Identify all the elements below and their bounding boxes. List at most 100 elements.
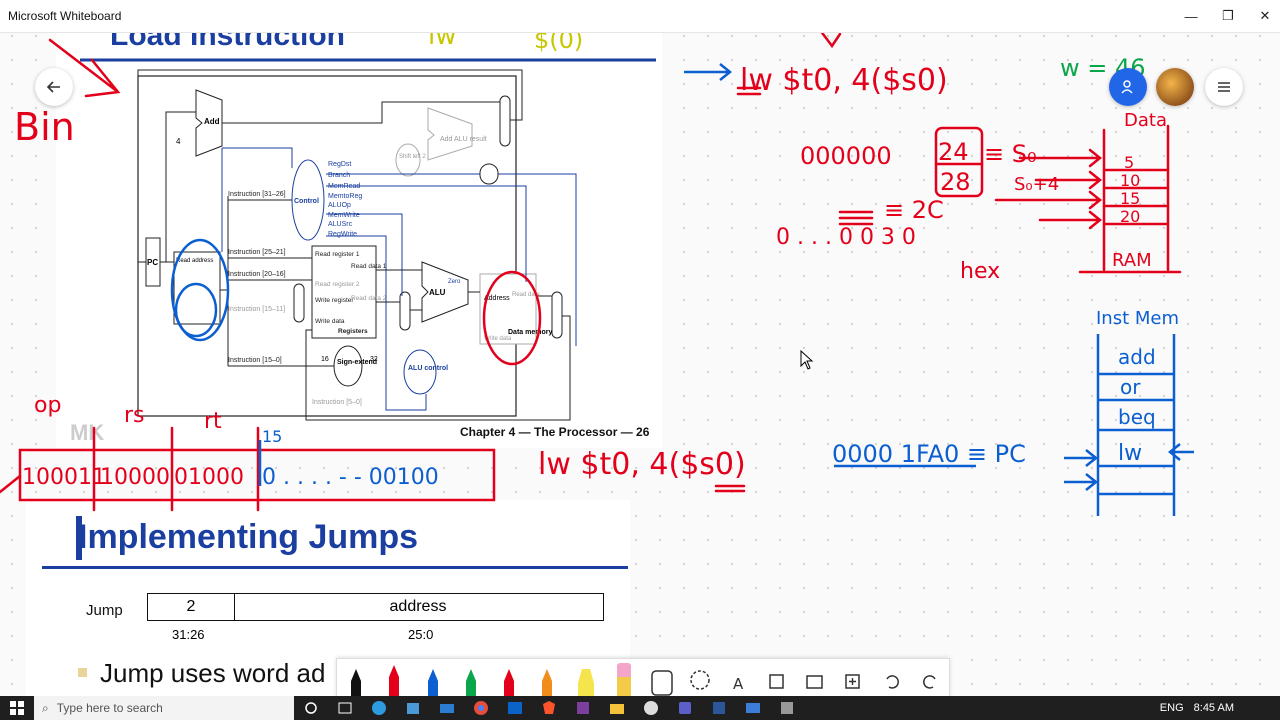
svg-text:Add ALU result: Add ALU result (440, 136, 487, 143)
back-button[interactable] (35, 68, 73, 106)
github-icon[interactable] (638, 698, 664, 718)
svg-text:Instruction [20–16]: Instruction [20–16] (228, 271, 286, 278)
pen-red2-tool[interactable] (490, 659, 528, 697)
svg-text:ALUOp: ALUOp (328, 202, 351, 209)
text-tool[interactable]: A (720, 659, 758, 697)
title-bar: Microsoft Whiteboard — ❐ ✕ (0, 0, 1280, 33)
read-address-label: Read address (176, 258, 213, 264)
svg-text:Instruction [31–26]: Instruction [31–26] (228, 191, 286, 198)
svg-text:5: 5 (1124, 153, 1134, 172)
sticky-note-tool[interactable] (758, 659, 796, 697)
menu-button[interactable] (1205, 68, 1243, 106)
word-icon[interactable] (706, 698, 732, 718)
svg-text:Read data 2: Read data 2 (351, 295, 387, 302)
svg-text:Shift left 2: Shift left 2 (399, 154, 426, 160)
search-icon: ⌕ (42, 700, 49, 715)
slide-load-instruction[interactable]: Load Instruction Add 4 PC Read address C… (56, 0, 662, 448)
svg-text:ALU: ALU (429, 288, 446, 297)
outlook-icon[interactable] (502, 698, 528, 718)
svg-text:Branch: Branch (328, 172, 350, 179)
add-label: Add (204, 117, 220, 126)
image-tool[interactable] (796, 659, 834, 697)
ink-lw-bottom: lw $t0, 4($s0) (538, 447, 746, 482)
opcode-field: 2 (147, 593, 235, 621)
svg-text:MemWrite: MemWrite (328, 212, 360, 219)
undo-tool[interactable] (873, 659, 911, 697)
address-field: address (233, 593, 604, 621)
svg-text:0000 1FA0 ≡ PC: 0000 1FA0 ≡ PC (832, 440, 1026, 468)
explorer-icon[interactable] (604, 698, 630, 718)
svg-text:add: add (1118, 345, 1156, 369)
ruler-tool[interactable] (643, 659, 681, 697)
svg-text:Zero: Zero (448, 279, 461, 285)
close-button[interactable]: ✕ (1242, 0, 1280, 32)
task-view-icon[interactable] (332, 698, 358, 718)
svg-text:ALUSrc: ALUSrc (328, 221, 353, 228)
teams-icon[interactable] (672, 698, 698, 718)
pen-green-tool[interactable] (452, 659, 490, 697)
pen-red-tool[interactable] (375, 659, 413, 697)
svg-text:Data memory: Data memory (508, 329, 552, 336)
pen-blue-tool[interactable] (414, 659, 452, 697)
snip-icon[interactable] (774, 698, 800, 718)
pen-black-tool[interactable] (337, 659, 375, 697)
pen-orange-tool[interactable] (528, 659, 566, 697)
bits-25-0: 25:0 (408, 627, 434, 642)
avatar[interactable] (1156, 68, 1194, 106)
brave-icon[interactable] (536, 698, 562, 718)
arrow-left-icon (46, 81, 60, 93)
highlighter-yellow-tool[interactable] (567, 659, 605, 697)
svg-text:hex: hex (960, 259, 1000, 284)
redo-tool[interactable] (911, 659, 949, 697)
svg-text:16: 16 (321, 356, 329, 363)
person-add-icon (1121, 80, 1133, 94)
svg-text:ALU control: ALU control (408, 365, 448, 372)
ink-lw-top: lw $t0, 4($s0) (740, 63, 948, 98)
lasso-tool[interactable] (681, 659, 719, 697)
ink-toolbar[interactable]: A (336, 658, 950, 698)
svg-text:Read register 2: Read register 2 (315, 281, 360, 288)
onenote-icon[interactable] (570, 698, 596, 718)
svg-text:Read data 1: Read data 1 (351, 263, 387, 270)
jump-label: Jump (86, 602, 123, 619)
store-icon[interactable] (400, 698, 426, 718)
svg-text:MK: MK (70, 420, 104, 445)
edge-icon[interactable] (366, 698, 392, 718)
svg-text:Instruction [25–21]: Instruction [25–21] (228, 249, 286, 256)
svg-text:Instruction [15–0]: Instruction [15–0] (228, 357, 282, 364)
bits-31-26: 31:26 (172, 627, 205, 642)
svg-text:100011: 100011 (22, 465, 106, 490)
svg-text:or: or (1120, 375, 1141, 399)
svg-text:15: 15 (1120, 189, 1140, 208)
whiteboard-icon[interactable] (740, 698, 766, 718)
mail-icon[interactable] (434, 698, 460, 718)
svg-text:10: 10 (1120, 171, 1140, 190)
svg-text:20: 20 (1120, 207, 1140, 226)
svg-text:RegDst: RegDst (328, 161, 351, 168)
add-tool[interactable] (834, 659, 872, 697)
share-button[interactable] (1109, 68, 1147, 106)
chrome-icon[interactable] (468, 698, 494, 718)
svg-text:lw: lw (1118, 441, 1142, 466)
windows-start-icon[interactable] (4, 698, 30, 718)
bullet-text: Jump uses word ad (100, 658, 326, 688)
mouse-cursor-icon (800, 350, 814, 370)
highlighter-pink-tool[interactable] (605, 659, 643, 697)
taskbar-search[interactable]: ⌕ Type here to search (34, 696, 294, 720)
hamburger-icon (1218, 82, 1230, 92)
slide2-rule (42, 566, 628, 569)
clock[interactable]: 8:45 AM (1194, 702, 1234, 714)
datapath-diagram: Load Instruction Add 4 PC Read address C… (56, 0, 662, 448)
svg-text:32: 32 (370, 356, 378, 363)
language-indicator[interactable]: ENG (1160, 702, 1184, 714)
slide1-footer: Chapter 4 — The Processor — 26 (460, 425, 650, 439)
svg-text:Instruction [15–11]: Instruction [15–11] (228, 306, 285, 313)
svg-text:28: 28 (940, 168, 971, 196)
slide2-heading: Implementing Jumps (78, 518, 419, 556)
cortana-icon[interactable] (298, 698, 324, 718)
control-label: Control (294, 198, 319, 205)
svg-text:Instruction [5–0]: Instruction [5–0] (312, 399, 362, 406)
four-label: 4 (176, 137, 181, 146)
svg-text:S₀+4: S₀+4 (1014, 174, 1059, 195)
svg-text:Write data: Write data (484, 336, 512, 342)
